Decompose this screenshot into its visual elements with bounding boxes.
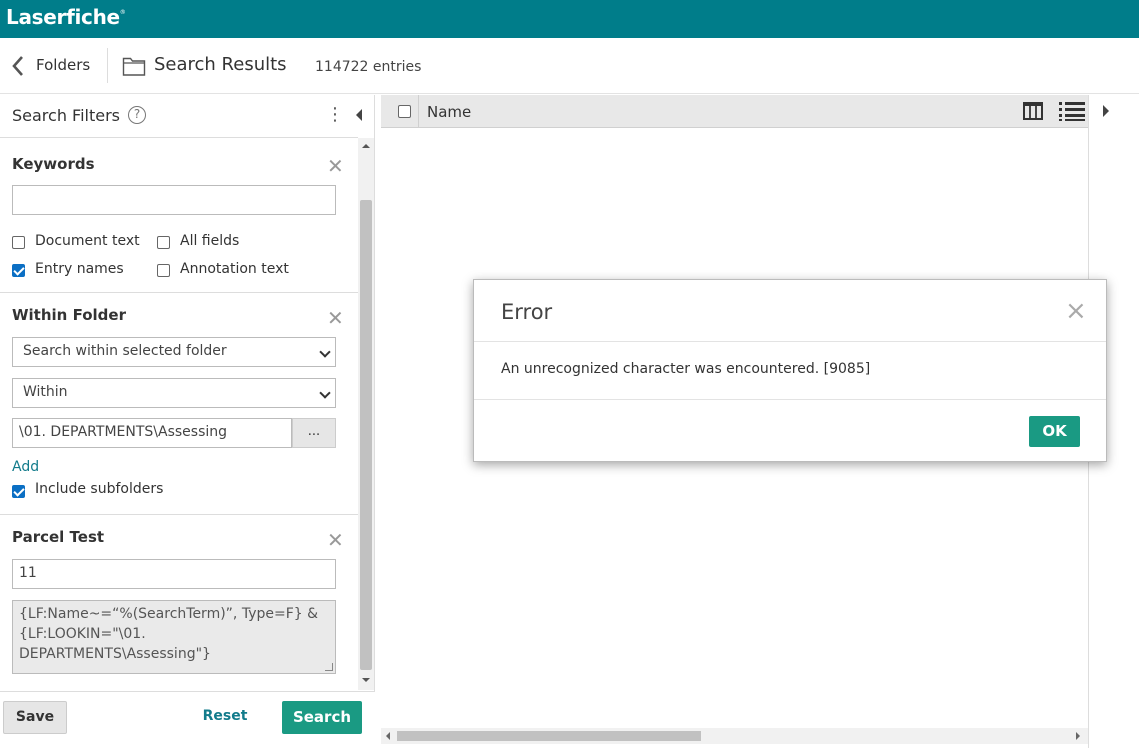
keywords-title: Keywords [12,155,95,173]
search-filters-panel: Search Filters ? ⋮ Keywords ✕ Document t… [0,95,375,748]
scroll-right-arrow-icon[interactable] [1076,732,1080,740]
document-text-label: Document text [35,233,140,249]
app-header: Laserfiche® [0,0,1139,38]
parcel-test-section: Parcel Test ✕ 11 {LF:Name~=“%(SearchTerm… [0,515,358,691]
chevron-down-icon [319,387,331,399]
dialog-header: Error × [474,280,1106,342]
entry-count: 114722 entries [315,59,422,75]
close-icon[interactable]: × [1065,298,1087,324]
list-view-icon[interactable] [1058,100,1086,122]
keywords-input[interactable] [12,185,336,215]
folder-mode-select[interactable]: Within [12,378,336,408]
horizontal-scrollbar-thumb[interactable] [397,731,701,741]
brand-registered-mark: ® [119,9,126,16]
add-folder-link[interactable]: Add [12,459,39,475]
document-text-checkbox[interactable] [12,236,25,249]
nav-divider [107,48,108,83]
results-header: Name [381,95,1088,128]
parcel-test-title: Parcel Test [12,528,105,546]
all-fields-label: All fields [180,233,240,249]
folder-icon [122,57,146,76]
scrollbar-thumb[interactable] [360,200,372,670]
help-icon[interactable]: ? [128,106,146,124]
include-subfolders-checkbox[interactable] [12,485,25,498]
folder-scope-select[interactable]: Search within selected folder [12,337,336,367]
ok-button[interactable]: OK [1029,416,1080,447]
collapse-panel-icon[interactable] [356,109,362,121]
dialog-body: An unrecognized character was encountere… [474,342,1106,400]
search-button[interactable]: Search [282,701,362,734]
keywords-section: Keywords ✕ Document text All fields Entr… [0,138,358,293]
filters-footer: Save Reset Search [0,691,375,748]
folder-scope-value: Search within selected folder [23,343,227,359]
dialog-title: Error [501,300,553,324]
brand-name: Laserfiche [6,5,120,29]
save-button[interactable]: Save [3,701,67,734]
laserfiche-logo[interactable]: Laserfiche® [6,5,126,29]
filters-title: Search Filters [12,106,121,125]
columns-icon[interactable] [1022,100,1044,122]
entry-names-checkbox[interactable] [12,264,25,277]
scroll-up-arrow-icon[interactable] [362,144,370,148]
chevron-left-icon[interactable] [8,53,30,79]
annotation-text-checkbox[interactable] [157,264,170,277]
search-query-textarea[interactable]: {LF:Name~=“%(SearchTerm)”, Type=F} & {LF… [12,600,336,674]
expand-panel-icon[interactable] [1103,105,1109,117]
annotation-text-label: Annotation text [180,261,289,277]
page-title: Search Results [154,54,287,75]
within-folder-title: Within Folder [12,306,126,324]
entry-names-label: Entry names [35,261,124,277]
back-to-folders-link[interactable]: Folders [36,56,90,74]
error-message: An unrecognized character was encountere… [501,361,871,377]
include-subfolders-label: Include subfolders [35,481,164,497]
close-icon[interactable]: ✕ [327,156,344,176]
all-fields-checkbox[interactable] [157,236,170,249]
name-column-header[interactable]: Name [427,103,471,121]
folder-mode-value: Within [23,384,68,400]
reset-button[interactable]: Reset [196,701,254,734]
close-icon[interactable]: ✕ [327,530,344,550]
chevron-down-icon [319,346,331,358]
folder-path-input[interactable]: \01. DEPARTMENTS\Assessing [12,418,292,448]
results-horizontal-scrollbar[interactable] [381,728,1088,744]
select-all-cell [381,95,419,128]
search-query-text: {LF:Name~=“%(SearchTerm)”, Type=F} & {LF… [19,606,319,662]
navigation-bar: Folders Search Results 114722 entries [0,38,1139,94]
filters-header: Search Filters ? ⋮ [0,95,362,138]
parcel-test-input[interactable]: 11 [12,559,336,589]
select-all-checkbox[interactable] [398,105,411,118]
scroll-left-arrow-icon[interactable] [386,732,390,740]
more-options-icon[interactable]: ⋮ [326,105,344,125]
close-icon[interactable]: ✕ [327,308,344,328]
filters-scrollbar[interactable] [358,138,374,690]
error-dialog: Error × An unrecognized character was en… [473,279,1107,462]
resize-grip-icon[interactable] [325,663,333,671]
within-folder-section: Within Folder ✕ Search within selected f… [0,293,358,515]
scroll-down-arrow-icon[interactable] [362,678,370,682]
browse-folder-button[interactable]: ... [292,418,336,448]
